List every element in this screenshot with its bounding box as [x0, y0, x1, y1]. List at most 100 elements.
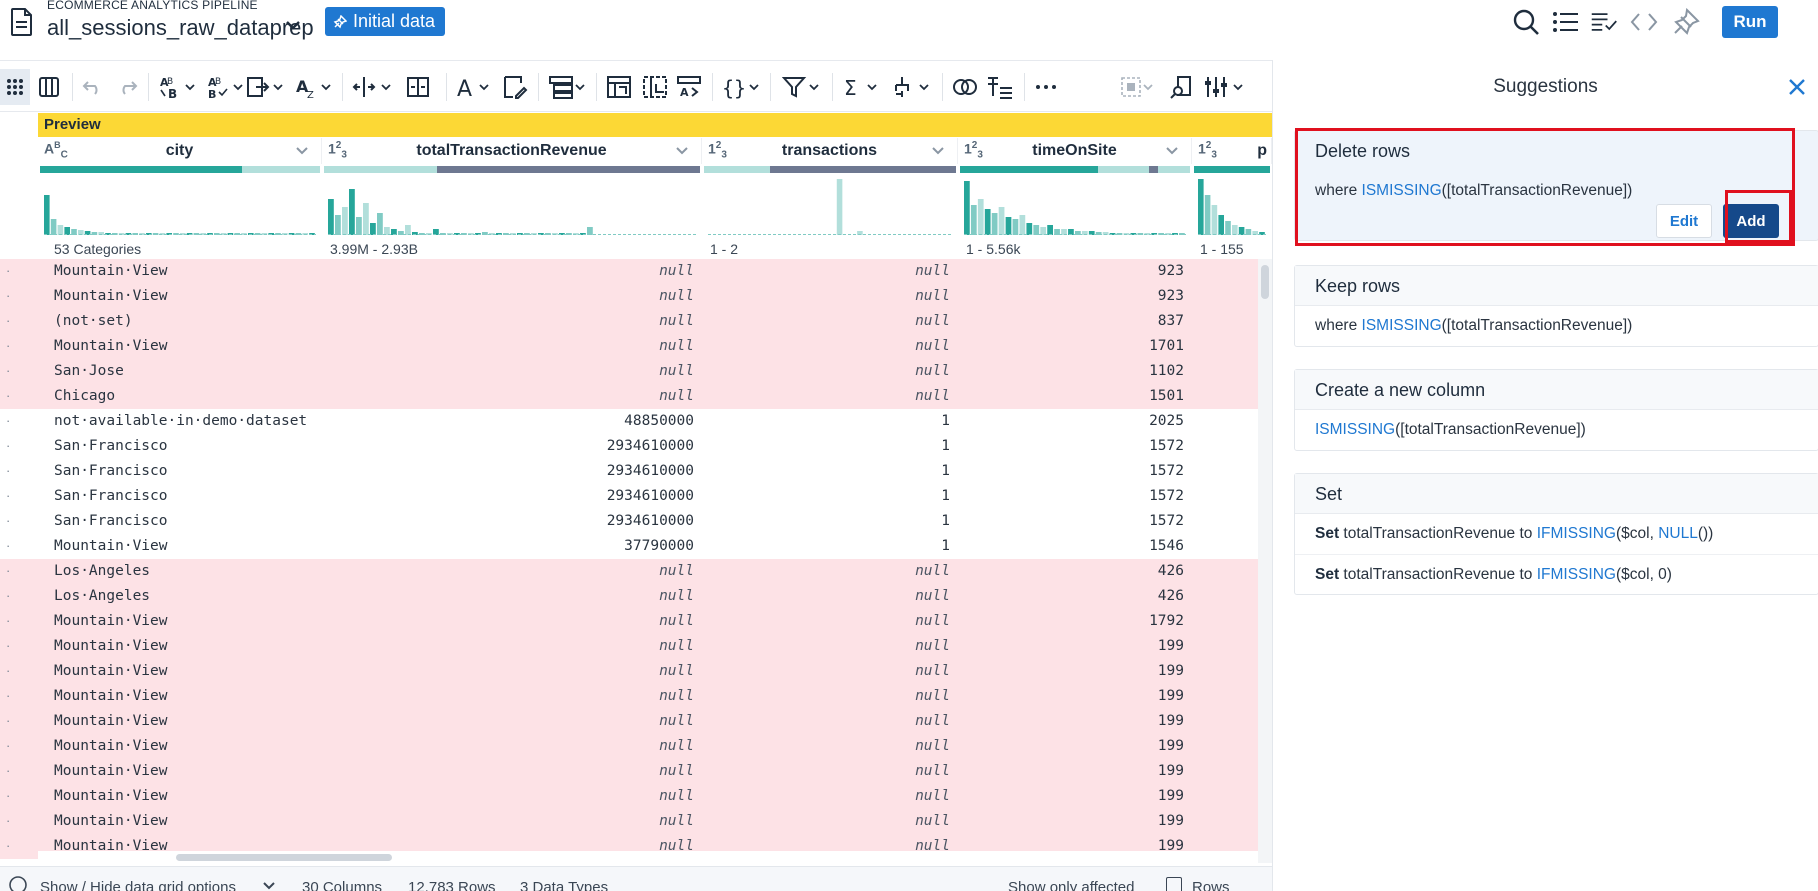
cell-time[interactable]: 426 [958, 588, 1184, 604]
cell-time[interactable]: 1546 [958, 538, 1184, 554]
table-row[interactable]: · Mountain·View null null 199 [0, 734, 1258, 759]
cell-city[interactable]: Mountain·View [54, 663, 168, 679]
move-column-icon[interactable] [246, 73, 286, 101]
histogram-bar[interactable] [50, 219, 57, 235]
cell-revenue[interactable]: null [322, 363, 694, 379]
table-row[interactable]: · Los·Angeles null null 426 [0, 584, 1258, 609]
suggestion-set-null[interactable]: Set totalTransactionRevenue to IFMISSING… [1295, 514, 1818, 554]
cell-city[interactable]: San·Francisco [54, 463, 168, 479]
sort-icon[interactable]: AZ [294, 73, 334, 101]
column-histogram[interactable] [44, 175, 316, 235]
cell-time[interactable]: 1572 [958, 438, 1184, 454]
cell-city[interactable]: San·Jose [54, 363, 124, 379]
chevron-down-icon[interactable] [931, 146, 945, 156]
histogram-bar[interactable] [991, 213, 998, 235]
suggestion-set-zero[interactable]: Set totalTransactionRevenue to IFMISSING… [1295, 554, 1818, 594]
table-row[interactable]: · Mountain·View null null 199 [0, 634, 1258, 659]
table-row[interactable]: · Mountain·View null null 199 [0, 684, 1258, 709]
cell-time[interactable]: 1792 [958, 613, 1184, 629]
cell-city[interactable]: (not·set) [54, 313, 133, 329]
suggestion-create-column[interactable]: Create a new column ISMISSING([totalTran… [1294, 369, 1818, 451]
cell-city[interactable]: Los·Angeles [54, 588, 150, 604]
search-icon[interactable] [1512, 8, 1540, 36]
histogram-bar[interactable] [44, 195, 50, 235]
cell-time[interactable]: 837 [958, 313, 1184, 329]
close-icon[interactable] [1788, 78, 1806, 96]
cell-revenue[interactable]: null [322, 263, 694, 279]
recipe-name[interactable]: all_sessions_raw_dataprep [47, 15, 314, 41]
change-type-icon[interactable]: ABB [158, 73, 198, 101]
table-row[interactable]: · Mountain·View null null 199 [0, 784, 1258, 809]
cell-time[interactable]: 426 [958, 563, 1184, 579]
cell-time[interactable]: 2025 [958, 413, 1184, 429]
table-row[interactable]: · Mountain·View null null 923 [0, 259, 1258, 284]
column-histogram[interactable] [328, 175, 696, 235]
histogram-bar[interactable] [335, 215, 341, 235]
cell-time[interactable]: 1501 [958, 388, 1184, 404]
rows-icon[interactable] [548, 73, 588, 101]
chevron-down-icon[interactable] [295, 146, 309, 156]
histogram-bar[interactable] [1218, 215, 1224, 235]
column-header-transactions[interactable]: 123 transactions [702, 138, 958, 164]
histogram-bar[interactable] [1211, 205, 1218, 235]
histogram-bar[interactable] [1019, 215, 1026, 235]
data-quality-bar[interactable] [960, 166, 1098, 173]
cell-transactions[interactable]: null [702, 763, 950, 779]
cell-city[interactable]: Mountain·View [54, 788, 168, 804]
run-button[interactable]: Run [1722, 6, 1778, 38]
histogram-bar[interactable] [970, 205, 977, 235]
cell-revenue[interactable]: null [322, 388, 694, 404]
filter-icon[interactable] [782, 73, 822, 101]
histogram-bar[interactable] [57, 225, 64, 235]
chevron-down-icon[interactable] [675, 146, 689, 156]
cell-revenue[interactable]: null [322, 788, 694, 804]
histogram-bar[interactable] [1026, 223, 1033, 235]
cell-revenue[interactable]: null [322, 763, 694, 779]
column-histogram[interactable] [1198, 175, 1266, 235]
vertical-scrollbar[interactable] [1258, 259, 1272, 863]
redo-icon[interactable] [116, 73, 138, 101]
cell-transactions[interactable]: 1 [702, 438, 950, 454]
initial-data-button[interactable]: Initial data [325, 7, 446, 36]
histogram-bar[interactable] [1225, 221, 1231, 235]
split-column-icon[interactable] [352, 73, 394, 101]
cell-time[interactable]: 199 [958, 788, 1184, 804]
data-quality-bar[interactable] [704, 166, 770, 173]
cell-revenue[interactable]: 37790000 [322, 538, 694, 554]
column-header-p[interactable]: 123 p [1192, 138, 1272, 164]
table-row[interactable]: · San·Jose null null 1102 [0, 359, 1258, 384]
cell-revenue[interactable]: null [322, 613, 694, 629]
cell-city[interactable]: Mountain·View [54, 713, 168, 729]
columns-view-icon[interactable] [38, 73, 60, 101]
column-details-icon[interactable] [1170, 73, 1194, 101]
cell-time[interactable]: 1572 [958, 488, 1184, 504]
cell-time[interactable]: 199 [958, 663, 1184, 679]
cell-city[interactable]: Mountain·View [54, 263, 168, 279]
cell-city[interactable]: Mountain·View [54, 688, 168, 704]
cell-city[interactable]: Mountain·View [54, 813, 168, 829]
cell-city[interactable]: San·Francisco [54, 438, 168, 454]
cell-revenue[interactable]: null [322, 588, 694, 604]
histogram-bar[interactable] [977, 199, 984, 235]
cell-transactions[interactable]: 1 [702, 513, 950, 529]
data-quality-bar[interactable] [324, 166, 437, 173]
cell-transactions[interactable]: null [702, 313, 950, 329]
histogram-bar[interactable] [370, 223, 376, 235]
histogram-bar[interactable] [1012, 219, 1019, 235]
cell-transactions[interactable]: null [702, 813, 950, 829]
table-row[interactable]: · Los·Angeles null null 426 [0, 559, 1258, 584]
cell-city[interactable]: Mountain·View [54, 338, 168, 354]
grid-options-toggle[interactable]: Show / Hide data grid options [40, 879, 236, 891]
data-quality-bar[interactable] [436, 166, 700, 173]
cell-city[interactable]: Chicago [54, 388, 115, 404]
cell-city[interactable]: Mountain·View [54, 738, 168, 754]
cell-city[interactable]: not·available·in·demo·dataset [54, 413, 307, 429]
cell-time[interactable]: 1572 [958, 513, 1184, 529]
cell-city[interactable]: Mountain·View [54, 763, 168, 779]
format-icon[interactable] [502, 73, 528, 101]
data-quality-bar[interactable] [769, 166, 956, 173]
data-quality-bar[interactable] [241, 166, 320, 173]
cell-time[interactable]: 199 [958, 638, 1184, 654]
join-icon[interactable] [952, 73, 978, 101]
settings-icon[interactable] [8, 875, 28, 891]
